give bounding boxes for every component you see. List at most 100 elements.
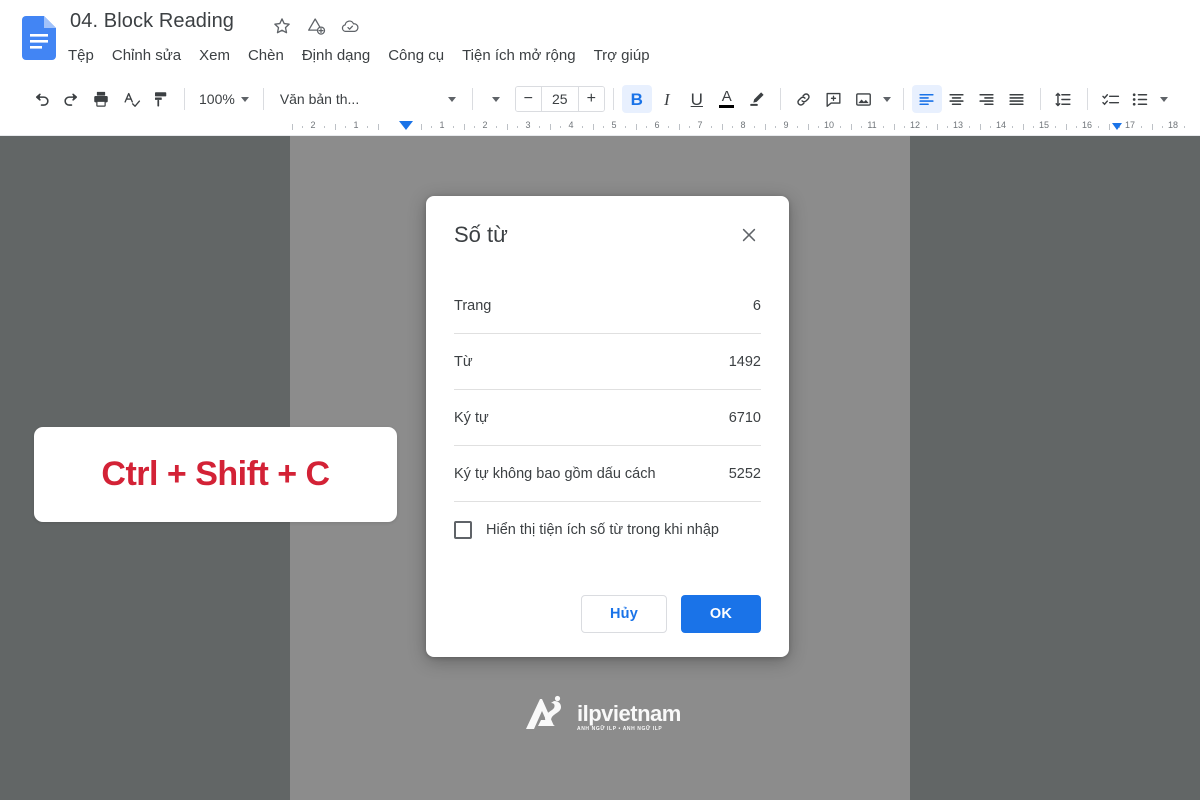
- toolbar-divider: [1086, 88, 1088, 110]
- menu-item-view[interactable]: Xem: [190, 45, 239, 66]
- ruler-number: 6: [654, 120, 660, 130]
- toolbar: 100% Văn bản th... − 25 + B I U A: [0, 80, 1200, 118]
- ruler-number: 11: [867, 120, 877, 130]
- ruler-tick: [1108, 124, 1110, 130]
- display-word-count-checkbox-row[interactable]: Hiển thị tiện ích số từ trong khi nhập: [454, 502, 761, 558]
- shortcut-callout: Ctrl + Shift + C: [34, 427, 397, 522]
- bulleted-list-dropdown[interactable]: [1156, 85, 1172, 113]
- font-family-dropdown[interactable]: [481, 85, 511, 113]
- ruler-subtick: [990, 126, 992, 128]
- menu-item-file[interactable]: Tệp: [68, 45, 103, 66]
- menu-item-insert[interactable]: Chèn: [239, 45, 293, 66]
- display-word-count-checkbox[interactable]: [454, 521, 472, 539]
- ruler-subtick: [1076, 126, 1078, 128]
- paint-format-icon[interactable]: [146, 85, 176, 113]
- font-size-increase-button[interactable]: +: [578, 87, 604, 111]
- ruler-subtick: [560, 126, 562, 128]
- ruler-subtick: [904, 126, 906, 128]
- ruler-subtick: [538, 126, 540, 128]
- spellcheck-icon[interactable]: [116, 85, 146, 113]
- ruler-subtick: [603, 126, 605, 128]
- ruler-tick: [1065, 124, 1067, 130]
- text-color-label: A: [721, 88, 732, 105]
- font-size-input[interactable]: 25: [540, 87, 579, 111]
- paragraph-style-dropdown[interactable]: Văn bản th...: [272, 88, 464, 110]
- ok-button[interactable]: OK: [681, 595, 761, 633]
- align-center-icon[interactable]: [942, 85, 972, 113]
- ruler-tick: [463, 124, 465, 130]
- ruler-subtick: [431, 126, 433, 128]
- ruler-subtick: [302, 126, 304, 128]
- menu-item-format[interactable]: Định dạng: [293, 45, 379, 66]
- ruler-subtick: [1054, 126, 1056, 128]
- stat-row-characters-no-spaces: Ký tự không bao gồm dấu cách 5252: [454, 446, 761, 502]
- insert-image-dropdown[interactable]: [879, 85, 895, 113]
- chevron-down-icon: [447, 96, 456, 102]
- insert-image-icon[interactable]: [849, 85, 879, 113]
- ruler-subtick: [882, 126, 884, 128]
- ruler-tick: [1022, 124, 1024, 130]
- ruler-subtick: [753, 126, 755, 128]
- font-size-decrease-button[interactable]: −: [515, 87, 541, 111]
- title-action-icons: [272, 16, 360, 36]
- ruler-tick: [850, 124, 852, 130]
- zoom-control[interactable]: 100%: [193, 88, 255, 110]
- ruler-number: 5: [611, 120, 617, 130]
- undo-icon[interactable]: [26, 85, 56, 113]
- stat-row-words: Từ 1492: [454, 334, 761, 390]
- star-icon[interactable]: [272, 16, 292, 36]
- stat-value: 6: [752, 297, 761, 314]
- insert-link-icon[interactable]: [789, 85, 819, 113]
- redo-icon[interactable]: [56, 85, 86, 113]
- toolbar-divider: [612, 88, 614, 110]
- ruler-subtick: [474, 126, 476, 128]
- ruler-tick: [420, 124, 422, 130]
- align-left-icon[interactable]: [911, 85, 942, 113]
- move-to-folder-icon[interactable]: [306, 16, 326, 36]
- ruler-subtick: [1011, 126, 1013, 128]
- bold-button[interactable]: B: [621, 85, 652, 113]
- close-icon[interactable]: [737, 223, 761, 247]
- italic-button[interactable]: I: [652, 85, 682, 113]
- ruler-number: 7: [697, 120, 703, 130]
- watermark-tagline: ANH NGỮ ILP • ANH NGỮ ILP: [577, 725, 663, 732]
- checkbox-label: Hiển thị tiện ích số từ trong khi nhập: [486, 522, 719, 538]
- bulleted-list-icon[interactable]: [1126, 85, 1156, 113]
- add-comment-icon[interactable]: [819, 85, 849, 113]
- left-indent-marker[interactable]: [399, 121, 413, 130]
- word-count-rows: Trang 6 Từ 1492 Ký tự 6710 Ký tự không b…: [454, 278, 761, 558]
- stat-value: 1492: [728, 353, 761, 370]
- underline-label: U: [690, 89, 703, 109]
- ruler-number: 9: [783, 120, 789, 130]
- google-docs-icon: [22, 16, 56, 60]
- ruler[interactable]: 2 1 1 2 3 4 5 6 7 8 9 10 11 12 13 14 15 16 17 18: [0, 118, 1200, 136]
- toolbar-divider: [184, 88, 185, 110]
- chevron-down-icon: [1159, 96, 1168, 102]
- right-indent-marker[interactable]: [1112, 123, 1122, 130]
- ruler-subtick: [818, 126, 820, 128]
- cloud-saved-icon[interactable]: [340, 16, 360, 36]
- menu-item-edit[interactable]: Chỉnh sửa: [103, 45, 190, 66]
- stat-value: 6710: [728, 409, 761, 426]
- menu-item-extensions[interactable]: Tiện ích mở rộng: [453, 45, 585, 66]
- print-icon[interactable]: [86, 85, 116, 113]
- document-title[interactable]: 04. Block Reading: [70, 10, 234, 33]
- underline-button[interactable]: U: [682, 85, 712, 113]
- ruler-subtick: [947, 126, 949, 128]
- ruler-subtick: [1033, 126, 1035, 128]
- menu-bar: Tệp Chỉnh sửa Xem Chèn Định dạng Công cụ…: [68, 45, 659, 66]
- ruler-subtick: [581, 126, 583, 128]
- menu-item-help[interactable]: Trợ giúp: [585, 45, 659, 66]
- toolbar-divider: [471, 88, 473, 110]
- menu-item-tools[interactable]: Công cụ: [379, 45, 453, 66]
- ruler-subtick: [839, 126, 841, 128]
- text-color-button[interactable]: A: [712, 85, 742, 113]
- ruler-tick: [334, 124, 336, 130]
- align-justify-icon[interactable]: [1002, 85, 1032, 113]
- align-right-icon[interactable]: [972, 85, 1002, 113]
- highlight-color-icon[interactable]: [742, 85, 772, 113]
- stat-label: Ký tự không bao gồm dấu cách: [454, 465, 656, 482]
- line-spacing-icon[interactable]: [1049, 85, 1079, 113]
- checklist-icon[interactable]: [1096, 85, 1126, 113]
- cancel-button[interactable]: Hủy: [581, 595, 667, 633]
